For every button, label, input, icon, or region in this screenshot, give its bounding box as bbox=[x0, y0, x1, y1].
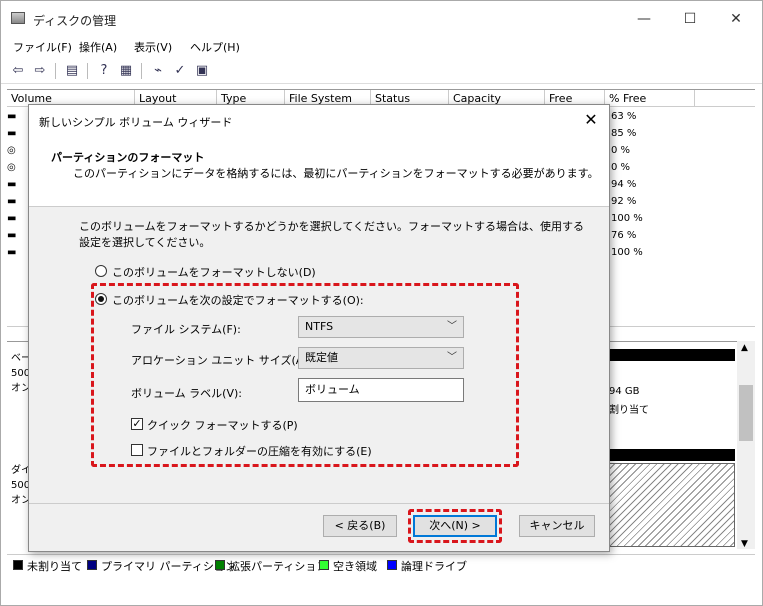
compression-label[interactable]: ファイルとフォルダーの圧縮を有効にする(E) bbox=[147, 443, 372, 459]
connect-icon[interactable]: ⌁ bbox=[149, 62, 167, 79]
compression-checkbox[interactable] bbox=[131, 444, 143, 456]
scroll-down-icon[interactable]: ▼ bbox=[741, 539, 748, 549]
radio-format-volume[interactable] bbox=[95, 293, 107, 305]
help-icon[interactable]: ? bbox=[95, 62, 113, 79]
highlight-format-settings bbox=[91, 283, 519, 467]
volume-label-value: ボリューム bbox=[305, 383, 360, 396]
file-system-label: ファイル システム(F): bbox=[131, 323, 241, 336]
vertical-scroll-thumb[interactable] bbox=[739, 385, 753, 441]
percent-free-cell: 100 % bbox=[611, 213, 643, 224]
allocation-size-select[interactable]: 既定値 ﹀ bbox=[298, 347, 464, 369]
unallocated-region[interactable] bbox=[607, 463, 735, 547]
back-arrow-icon[interactable]: ⇦ bbox=[9, 62, 27, 79]
radio-format-volume-label[interactable]: このボリュームを次の設定でフォーマットする(O): bbox=[112, 292, 364, 308]
menu-file[interactable]: ファイル(F) bbox=[13, 39, 72, 55]
legend-bar: 未割り当て プライマリ パーティション 拡張パーティション 空き領域 論理ドライ… bbox=[7, 554, 755, 574]
menu-view[interactable]: 表示(V) bbox=[134, 39, 172, 55]
forward-arrow-icon[interactable]: ⇨ bbox=[31, 62, 49, 79]
new-simple-volume-wizard: 新しいシンプル ボリューム ウィザード ✕ パーティションのフォーマット このパ… bbox=[28, 104, 610, 552]
minimize-button[interactable]: — bbox=[629, 9, 659, 29]
toolbar-separator bbox=[87, 63, 88, 79]
legend-label: 拡張パーティション bbox=[229, 560, 328, 573]
legend-label: 論理ドライブ bbox=[401, 560, 467, 573]
scroll-up-icon[interactable]: ▲ bbox=[741, 343, 748, 353]
percent-free-cell: 94 % bbox=[611, 179, 637, 190]
allocation-size-value: 既定値 bbox=[305, 351, 338, 364]
wizard-header: パーティションのフォーマット このパーティションにデータを格納するには、最初にパ… bbox=[29, 135, 609, 207]
quick-format-label[interactable]: クイック フォーマットする(P) bbox=[147, 417, 298, 433]
properties-icon[interactable]: ▦ bbox=[117, 62, 135, 79]
wizard-title: 新しいシンプル ボリューム ウィザード bbox=[39, 116, 233, 129]
settings-list-icon[interactable]: ▣ bbox=[193, 62, 211, 79]
menu-help[interactable]: ヘルプ(H) bbox=[190, 39, 240, 55]
check-disk-icon[interactable]: ✓ bbox=[171, 62, 189, 79]
legend-swatch-primary bbox=[87, 560, 97, 570]
wizard-header-subtitle: このパーティションにデータを格納するには、最初にパーティションをフォーマットする… bbox=[73, 167, 599, 180]
legend-label: 空き領域 bbox=[333, 560, 377, 573]
wizard-footer-divider bbox=[29, 503, 609, 504]
file-system-select[interactable]: NTFS ﹀ bbox=[298, 316, 464, 338]
vertical-scrollbar[interactable] bbox=[737, 341, 755, 549]
toolbar-separator bbox=[55, 63, 56, 79]
percent-free-cell: 0 % bbox=[611, 145, 631, 156]
legend-swatch-unallocated bbox=[13, 560, 23, 570]
window-title: ディスクの管理 bbox=[33, 14, 117, 28]
disk-1-partition-bar bbox=[607, 449, 735, 461]
partition-size-text: 94 GB bbox=[609, 386, 640, 397]
volume-label-label: ボリューム ラベル(V): bbox=[131, 387, 242, 400]
disk-0-partition-bar bbox=[607, 349, 735, 361]
chevron-down-icon: ﹀ bbox=[447, 352, 457, 363]
menu-bar: ファイル(F) 操作(A) 表示(V) ヘルプ(H) bbox=[1, 37, 762, 57]
percent-free-cell: 76 % bbox=[611, 230, 637, 241]
allocation-size-label: アロケーション ユニット サイズ(A): bbox=[131, 354, 312, 367]
chevron-down-icon: ﹀ bbox=[447, 321, 457, 332]
disk-management-icon bbox=[11, 12, 25, 24]
percent-free-cell: 85 % bbox=[611, 128, 637, 139]
legend-label: 未割り当て bbox=[27, 560, 82, 573]
column-percent-free[interactable]: % Free bbox=[605, 90, 695, 107]
percent-free-cell: 100 % bbox=[611, 247, 643, 258]
legend-swatch-extended bbox=[215, 560, 225, 570]
percent-free-cell: 92 % bbox=[611, 196, 637, 207]
maximize-button[interactable]: ☐ bbox=[675, 9, 705, 29]
menu-action[interactable]: 操作(A) bbox=[79, 39, 117, 55]
legend-swatch-free bbox=[319, 560, 329, 570]
back-button[interactable]: < 戻る(B) bbox=[323, 515, 397, 537]
wizard-close-button[interactable]: ✕ bbox=[581, 110, 601, 129]
cancel-button[interactable]: キャンセル bbox=[519, 515, 595, 537]
partition-status-text: 割り当て bbox=[609, 405, 649, 416]
quick-format-checkbox[interactable]: ✓ bbox=[131, 418, 143, 430]
legend-swatch-logical bbox=[387, 560, 397, 570]
title-bar: ディスクの管理 — ☐ ✕ bbox=[1, 1, 762, 37]
toolbar: ⇦ ⇨ ▤ ? ▦ ⌁ ✓ ▣ bbox=[1, 58, 762, 84]
wizard-header-title: パーティションのフォーマット bbox=[51, 151, 205, 164]
percent-free-cell: 63 % bbox=[611, 111, 637, 122]
wizard-title-bar: 新しいシンプル ボリューム ウィザード ✕ bbox=[29, 105, 609, 135]
radio-do-not-format-label[interactable]: このボリュームをフォーマットしない(D) bbox=[112, 264, 316, 280]
next-button[interactable]: 次へ(N) > bbox=[413, 515, 497, 537]
console-tree-icon[interactable]: ▤ bbox=[63, 62, 81, 79]
close-button[interactable]: ✕ bbox=[721, 9, 751, 29]
radio-do-not-format[interactable] bbox=[95, 265, 107, 277]
file-system-value: NTFS bbox=[305, 320, 334, 333]
percent-free-cell: 0 % bbox=[611, 162, 631, 173]
toolbar-separator bbox=[141, 63, 142, 79]
wizard-description: このボリュームをフォーマットするかどうかを選択してください。フォーマットする場合… bbox=[79, 220, 585, 249]
volume-label-input[interactable]: ボリューム bbox=[298, 378, 464, 402]
